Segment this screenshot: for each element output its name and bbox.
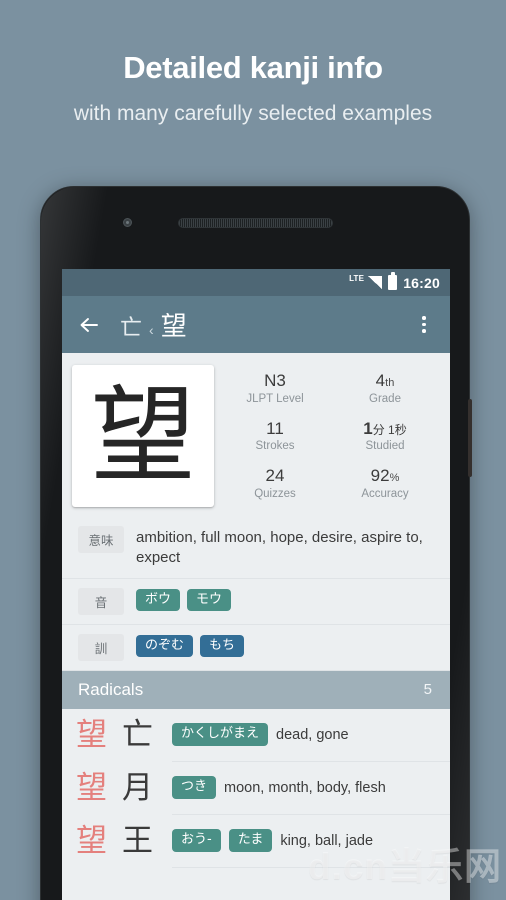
stat-label: Quizzes <box>254 487 296 500</box>
stat-label: JLPT Level <box>246 393 304 406</box>
stat-accuracy: 92% Accuracy <box>330 460 440 507</box>
on-reading-pill[interactable]: モウ <box>187 588 232 612</box>
stat-value: 4th <box>330 372 440 390</box>
stat-jlpt-level: N3 JLPT Level <box>220 365 330 412</box>
radical-meaning: moon, month, body, flesh <box>224 779 386 796</box>
radicals-list: 望 亡 かくしがまえ dead, gone 望 月 つき moon, month… <box>62 709 450 868</box>
kun-reading-pills: のぞむ もち <box>136 634 245 658</box>
clock-label: 16:20 <box>403 274 440 291</box>
lte-label: LTE <box>349 273 365 283</box>
kanji-stats-grid: N3 JLPT Level 4th Grade 11 Strokes 1分 1秒… <box>214 365 440 507</box>
battery-icon <box>388 272 398 290</box>
stat-strokes: 11 Strokes <box>220 412 330 459</box>
radical-highlight-glyph: 望 <box>76 769 107 806</box>
kanji-glyph: 望 <box>90 374 196 497</box>
stat-value: 11 <box>220 418 330 438</box>
stat-label: Accuracy <box>361 487 409 500</box>
radical-meaning: king, ball, jade <box>280 832 374 849</box>
radical-row[interactable]: 望 月 つき moon, month, body, flesh <box>62 762 450 815</box>
stat-unit: 分 1秒 <box>372 422 407 437</box>
radical-row[interactable]: 望 亡 かくしがまえ dead, gone <box>62 709 450 762</box>
breadcrumb[interactable]: 亡 ‹ 望 <box>120 306 412 343</box>
overflow-menu-icon[interactable] <box>412 313 436 337</box>
stat-unit: th <box>385 377 395 390</box>
radicals-section-header[interactable]: Radicals 5 <box>62 670 450 709</box>
power-button[interactable] <box>468 399 472 477</box>
stat-number: 24 <box>265 465 285 485</box>
on-reading-pill[interactable]: ボウ <box>136 588 181 612</box>
stat-label: Studied <box>365 440 405 453</box>
radical-row[interactable]: 望 王 おう- たま king, ball, jade <box>62 815 450 868</box>
radical-highlight-glyph: 望 <box>76 822 107 859</box>
radical-reading-pill[interactable]: おう- <box>172 829 221 852</box>
kun-reading-pill[interactable]: のぞむ <box>136 634 194 658</box>
kun-reading-row[interactable]: 訓 のぞむ もち <box>62 625 450 671</box>
phone-mockup: LTE 16:20 亡 ‹ 望 望 N3 JLPT Level 4th Grad… <box>40 186 472 900</box>
kun-reading-tag: 訓 <box>78 633 124 661</box>
status-bar: LTE 16:20 <box>62 269 450 296</box>
radical-host-kanji: 望 <box>76 822 122 859</box>
stat-grade: 4th Grade <box>330 365 440 412</box>
overflow-dot <box>422 316 426 320</box>
stat-number: 4 <box>375 371 386 391</box>
promo-subtitle: with many carefully selected examples <box>73 102 433 125</box>
overflow-dot <box>422 322 426 327</box>
radical-meaning: dead, gone <box>276 726 349 743</box>
breadcrumb-separator-icon: ‹ <box>149 322 154 338</box>
kanji-summary-section: 望 N3 JLPT Level 4th Grade 11 Strokes 1分 … <box>62 353 450 513</box>
radical-host-kanji: 望 <box>76 769 122 806</box>
stat-label: Grade <box>369 393 401 406</box>
stat-number: 1 <box>363 418 373 438</box>
radical-row-details: つき moon, month, body, flesh <box>172 762 450 815</box>
radical-row-details: おう- たま king, ball, jade <box>172 815 450 868</box>
front-camera-icon <box>123 218 132 227</box>
radical-reading-pill[interactable]: たま <box>228 829 273 852</box>
stat-number: 11 <box>266 418 284 438</box>
stat-unit: % <box>389 471 400 484</box>
phone-screen: LTE 16:20 亡 ‹ 望 望 N3 JLPT Level 4th Grad… <box>62 269 450 900</box>
signal-strength-icon <box>368 276 383 289</box>
back-arrow-icon[interactable] <box>76 312 102 338</box>
breadcrumb-parent-kanji[interactable]: 亡 <box>120 310 142 342</box>
stat-quizzes: 24 Quizzes <box>220 460 330 507</box>
breadcrumb-current-kanji: 望 <box>160 311 187 341</box>
meaning-tag: 意味 <box>78 526 124 553</box>
radical-component-glyph: 王 <box>122 822 153 859</box>
radical-reading-pill[interactable]: かくしがまえ <box>172 723 269 746</box>
stat-value: 1分 1秒 <box>330 418 440 438</box>
promo-header: Detailed kanji info with many carefully … <box>0 0 506 126</box>
radical-component-glyph: 亡 <box>122 716 153 753</box>
stat-value: N3 <box>220 372 330 390</box>
stat-label: Strokes <box>255 440 295 453</box>
meaning-row[interactable]: 意味 ambition, full moon, hope, desire, as… <box>62 517 450 579</box>
radicals-title: Radicals <box>78 679 144 699</box>
stat-number: N3 <box>264 371 286 391</box>
kanji-detail-content[interactable]: 望 N3 JLPT Level 4th Grade 11 Strokes 1分 … <box>62 353 450 900</box>
app-bar: 亡 ‹ 望 <box>62 296 450 353</box>
radical-component-glyph: 月 <box>122 769 153 806</box>
stat-studied: 1分 1秒 Studied <box>330 412 440 459</box>
radical-reading-pill[interactable]: つき <box>172 776 217 799</box>
kun-reading-pill[interactable]: もち <box>200 634 245 658</box>
stat-number: 92 <box>370 465 390 485</box>
on-reading-pills: ボウ モウ <box>136 588 232 612</box>
on-reading-tag: 音 <box>78 587 124 615</box>
radicals-count: 5 <box>423 681 432 698</box>
radical-host-kanji: 望 <box>76 716 122 753</box>
overflow-dot <box>422 329 426 333</box>
radical-highlight-glyph: 望 <box>76 716 107 753</box>
kanji-info-rows: 意味 ambition, full moon, hope, desire, as… <box>62 513 450 671</box>
stat-value: 24 <box>220 465 330 485</box>
stat-value: 92% <box>330 465 440 485</box>
meaning-text: ambition, full moon, hope, desire, aspir… <box>136 529 423 567</box>
promo-title: Detailed kanji info <box>123 50 383 85</box>
radical-row-details: かくしがまえ dead, gone <box>172 709 450 762</box>
kanji-glyph-card[interactable]: 望 <box>72 365 214 507</box>
earpiece-speaker-icon <box>178 218 333 228</box>
on-reading-row[interactable]: 音 ボウ モウ <box>62 579 450 625</box>
